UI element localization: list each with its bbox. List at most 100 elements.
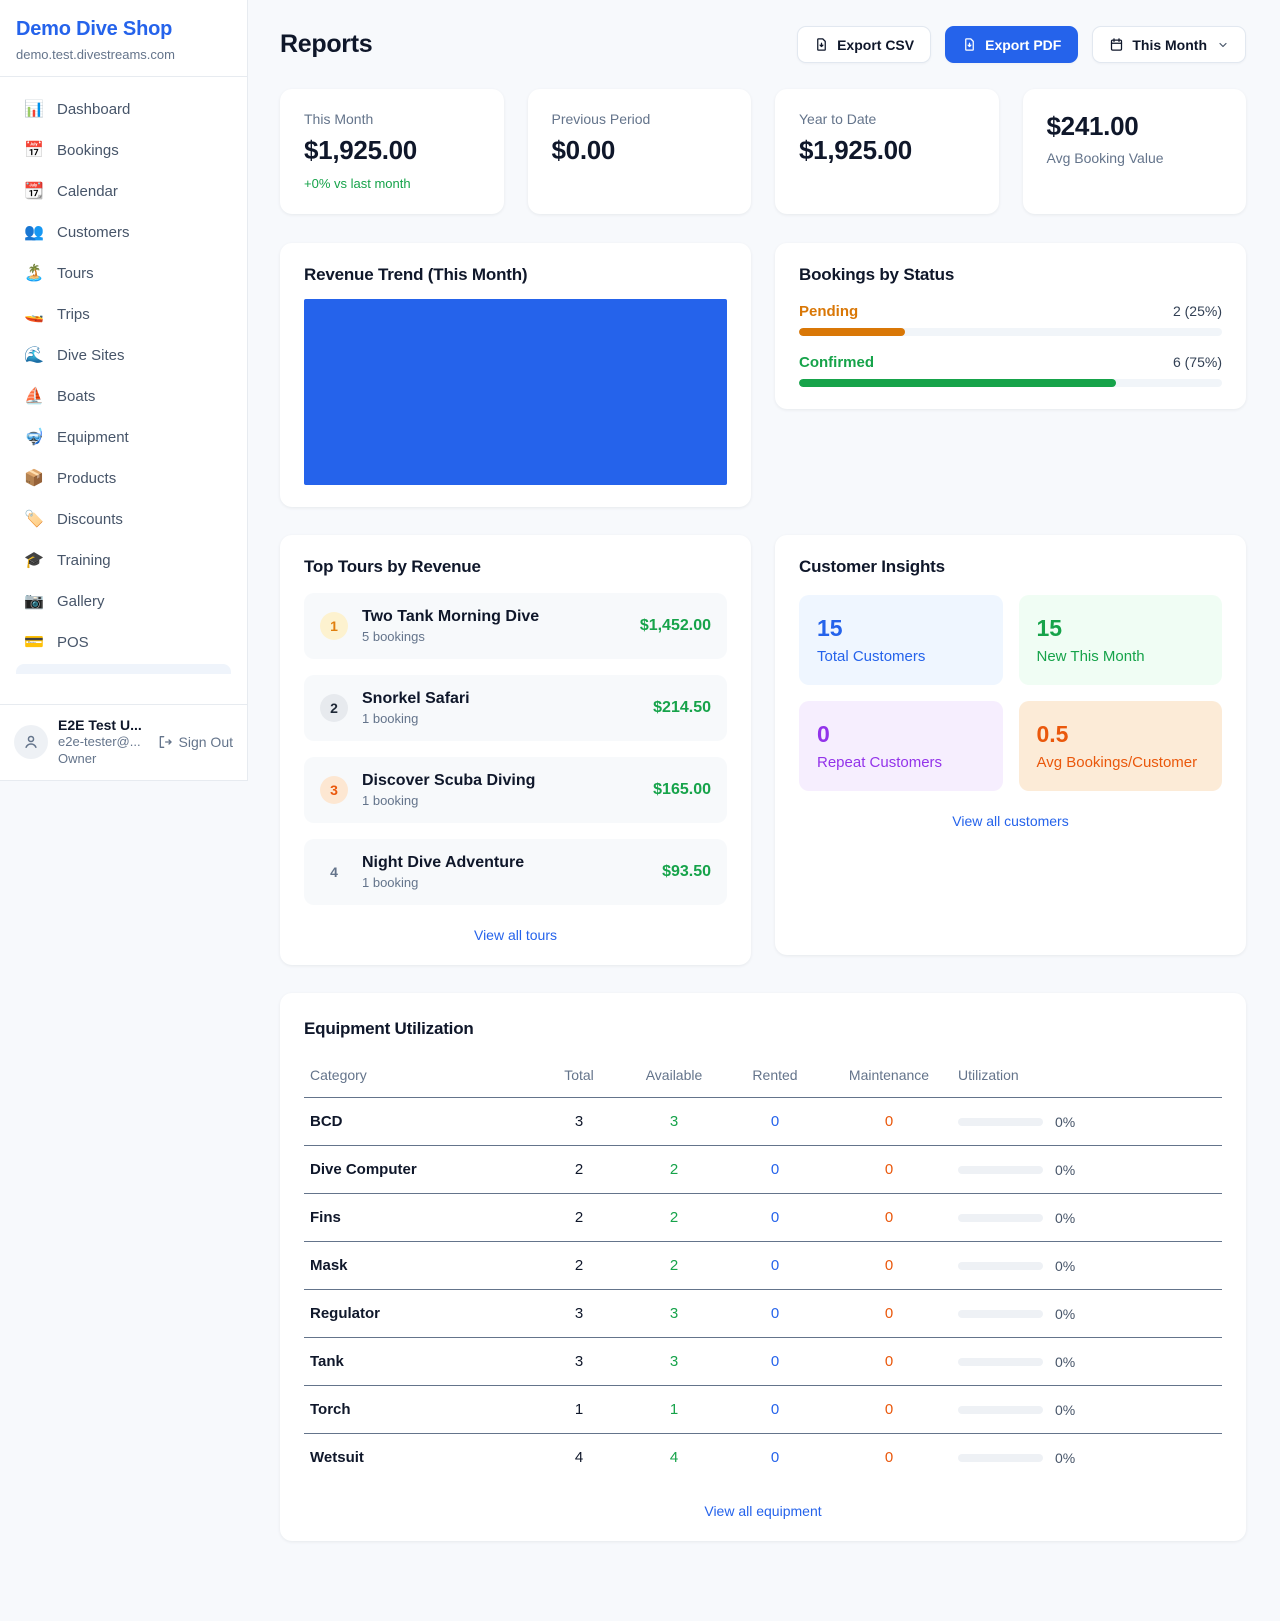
tour-revenue: $1,452.00 <box>640 617 711 635</box>
column-header: Total <box>534 1059 624 1098</box>
sidebar: Demo Dive Shop demo.test.divestreams.com… <box>0 0 248 781</box>
avatar <box>14 725 48 759</box>
export-pdf-button[interactable]: Export PDF <box>945 26 1078 63</box>
cell-category: Wetsuit <box>304 1434 534 1482</box>
cell-available: 3 <box>624 1338 724 1386</box>
period-label: This Month <box>1132 37 1207 53</box>
shop-name: Demo Dive Shop <box>16 18 231 41</box>
table-row: BCD 3 3 0 0 0% <box>304 1098 1222 1146</box>
cell-total: 4 <box>534 1434 624 1482</box>
cell-total: 3 <box>534 1098 624 1146</box>
view-all-equipment-link[interactable]: View all equipment <box>304 1503 1222 1519</box>
chevron-down-icon <box>1217 39 1229 51</box>
rank-badge: 1 <box>320 612 348 640</box>
sidebar-item-gallery[interactable]: 📷Gallery <box>8 581 239 621</box>
sidebar-item-trips[interactable]: 🚤Trips <box>8 294 239 334</box>
stat-delta: +0% vs last month <box>304 176 480 191</box>
cell-maintenance: 0 <box>826 1338 952 1386</box>
view-all-tours-link[interactable]: View all tours <box>304 927 727 943</box>
tile-total-customers: 15 Total Customers <box>799 595 1003 685</box>
view-all-customers-link[interactable]: View all customers <box>799 813 1222 829</box>
stat-value: $1,925.00 <box>304 135 480 166</box>
cell-maintenance: 0 <box>826 1146 952 1194</box>
tile-value: 0.5 <box>1037 721 1205 748</box>
sidebar-item-products[interactable]: 📦Products <box>8 458 239 498</box>
cell-maintenance: 0 <box>826 1434 952 1482</box>
file-download-icon <box>962 37 977 52</box>
utilization-text: 0% <box>1055 1402 1075 1418</box>
utilization-bar <box>958 1310 1043 1318</box>
tile-value: 15 <box>817 615 985 642</box>
sidebar-nav: 📊 Dashboard 📅 Bookings 📆Calendar 👥Customer… <box>0 77 247 674</box>
sidebar-user-footer: E2E Test U... e2e-tester@... Owner Sign … <box>0 704 247 780</box>
sidebar-item-label: Bookings <box>57 142 119 159</box>
progress-fill <box>799 379 1116 387</box>
sidebar-item-dashboard[interactable]: 📊 Dashboard <box>8 89 239 129</box>
stat-label: Year to Date <box>799 111 975 127</box>
sidebar-item-tours[interactable]: 🏝️Tours <box>8 253 239 293</box>
sign-out-button[interactable]: Sign Out <box>157 734 233 750</box>
cell-utilization: 0% <box>952 1290 1222 1338</box>
cell-available: 2 <box>624 1194 724 1242</box>
bar-chart-icon: 📊 <box>24 99 44 119</box>
cell-rented: 0 <box>724 1146 826 1194</box>
status-label: Pending <box>799 303 858 320</box>
sidebar-item-label: Dashboard <box>57 101 130 118</box>
sidebar-item-boats[interactable]: ⛵Boats <box>8 376 239 416</box>
insights-row: Top Tours by Revenue 1 Two Tank Morning … <box>280 535 1246 965</box>
sidebar-item-customers[interactable]: 👥Customers <box>8 212 239 252</box>
tour-bookings: 1 booking <box>362 711 639 726</box>
cell-available: 1 <box>624 1386 724 1434</box>
cell-utilization: 0% <box>952 1098 1222 1146</box>
calendar-icon: 📅 <box>24 140 44 160</box>
sidebar-item-calendar[interactable]: 📆Calendar <box>8 171 239 211</box>
stat-cards: This Month $1,925.00 +0% vs last month P… <box>280 89 1246 214</box>
cell-available: 2 <box>624 1146 724 1194</box>
graduation-cap-icon: 🎓 <box>24 550 44 570</box>
tour-bookings: 5 bookings <box>362 629 626 644</box>
shop-domain: demo.test.divestreams.com <box>16 47 231 62</box>
cell-category: Fins <box>304 1194 534 1242</box>
utilization-bar <box>958 1118 1043 1126</box>
export-csv-label: Export CSV <box>837 37 914 53</box>
sidebar-item-training[interactable]: 🎓Training <box>8 540 239 580</box>
cell-utilization: 0% <box>952 1146 1222 1194</box>
tour-name: Snorkel Safari <box>362 690 639 708</box>
sidebar-item-partial[interactable] <box>16 664 231 674</box>
stat-label: Avg Booking Value <box>1047 150 1223 166</box>
tile-repeat-customers: 0 Repeat Customers <box>799 701 1003 791</box>
export-csv-button[interactable]: Export CSV <box>797 26 931 63</box>
sidebar-item-pos[interactable]: 💳POS <box>8 622 239 662</box>
sidebar-item-label: Gallery <box>57 593 105 610</box>
top-tours-title: Top Tours by Revenue <box>304 557 727 577</box>
utilization-text: 0% <box>1055 1354 1075 1370</box>
utilization-text: 0% <box>1055 1162 1075 1178</box>
sidebar-item-bookings[interactable]: 📅 Bookings <box>8 130 239 170</box>
cell-maintenance: 0 <box>826 1290 952 1338</box>
cell-category: Mask <box>304 1242 534 1290</box>
sidebar-item-equipment[interactable]: 🤿Equipment <box>8 417 239 457</box>
sign-out-label: Sign Out <box>179 734 233 750</box>
progress-track <box>799 379 1222 387</box>
progress-fill <box>799 328 905 336</box>
utilization-text: 0% <box>1055 1306 1075 1322</box>
tile-label: Total Customers <box>817 648 985 665</box>
equipment-utilization-title: Equipment Utilization <box>304 1019 1222 1039</box>
tour-revenue: $93.50 <box>662 863 711 881</box>
tour-name: Two Tank Morning Dive <box>362 608 626 626</box>
sailboat-icon: ⛵ <box>24 386 44 406</box>
user-email: e2e-tester@... <box>58 733 147 751</box>
sidebar-item-discounts[interactable]: 🏷️Discounts <box>8 499 239 539</box>
tile-label: New This Month <box>1037 648 1205 665</box>
sidebar-item-label: Discounts <box>57 511 123 528</box>
rank-badge: 2 <box>320 694 348 722</box>
stat-label: Previous Period <box>552 111 728 127</box>
customer-insights-card: Customer Insights 15 Total Customers 15 … <box>775 535 1246 955</box>
sidebar-item-label: Equipment <box>57 429 129 446</box>
cell-maintenance: 0 <box>826 1194 952 1242</box>
period-dropdown[interactable]: This Month <box>1092 26 1246 63</box>
utilization-bar <box>958 1406 1043 1414</box>
sidebar-item-label: Dive Sites <box>57 347 125 364</box>
sidebar-item-dive-sites[interactable]: 🌊Dive Sites <box>8 335 239 375</box>
customer-insights-title: Customer Insights <box>799 557 1222 577</box>
